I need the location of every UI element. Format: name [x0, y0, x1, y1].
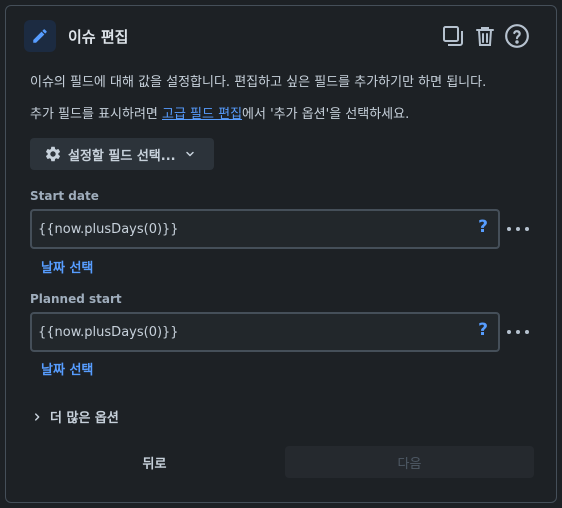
back-button[interactable]: 뒤로: [30, 446, 279, 478]
planned-start-pick-link[interactable]: 날짜 선택: [41, 359, 93, 378]
more-options-toggle[interactable]: 더 많은 옵션: [32, 407, 119, 426]
pencil-icon: [33, 29, 47, 43]
dialog-header: 이슈 편집: [24, 20, 530, 54]
field-select-label: 설정할 필드 선택...: [68, 148, 176, 164]
planned-start-label: Planned start: [30, 292, 122, 306]
hint-text-after: 에서 '추가 옵션'을 선택하세요.: [242, 107, 410, 122]
hint-text-before: 추가 필드를 표시하려면: [30, 107, 162, 122]
chevron-right-icon: [35, 412, 40, 421]
start-date-input[interactable]: {{now.plusDays(0)}} ?: [30, 209, 500, 249]
dialog-title: 이슈 편집: [68, 28, 129, 46]
advanced-edit-hint: 추가 필드를 표시하려면 고급 필드 편집에서 '추가 옵션'을 선택하세요.: [30, 103, 409, 122]
planned-start-more-icon[interactable]: [507, 325, 529, 339]
trash-icon[interactable]: [472, 22, 498, 50]
description-text: 이슈의 필드에 대해 값을 설정합니다. 편집하고 싶은 필드를 추가하기만 하…: [30, 75, 487, 90]
planned-start-value: {{now.plusDays(0)}}: [38, 324, 179, 340]
start-date-more-icon[interactable]: [507, 222, 529, 236]
planned-start-help-icon[interactable]: ?: [478, 320, 488, 340]
help-circle-icon[interactable]: [504, 22, 530, 50]
start-date-pick-link[interactable]: 날짜 선택: [41, 257, 93, 276]
start-date-help-icon[interactable]: ?: [478, 217, 488, 237]
next-button[interactable]: 다음: [285, 446, 534, 478]
chevron-down-icon: [185, 151, 194, 157]
more-options-label: 더 많은 옵션: [50, 411, 119, 426]
planned-start-input[interactable]: {{now.plusDays(0)}} ?: [30, 312, 500, 352]
start-date-label: Start date: [30, 189, 99, 203]
advanced-field-edit-link[interactable]: 고급 필드 편집: [162, 107, 242, 122]
start-date-value: {{now.plusDays(0)}}: [38, 221, 179, 237]
field-select-button[interactable]: 설정할 필드 선택...: [30, 138, 214, 170]
gear-icon: [45, 146, 61, 162]
edit-badge: [24, 20, 56, 52]
duplicate-icon[interactable]: [440, 22, 466, 50]
